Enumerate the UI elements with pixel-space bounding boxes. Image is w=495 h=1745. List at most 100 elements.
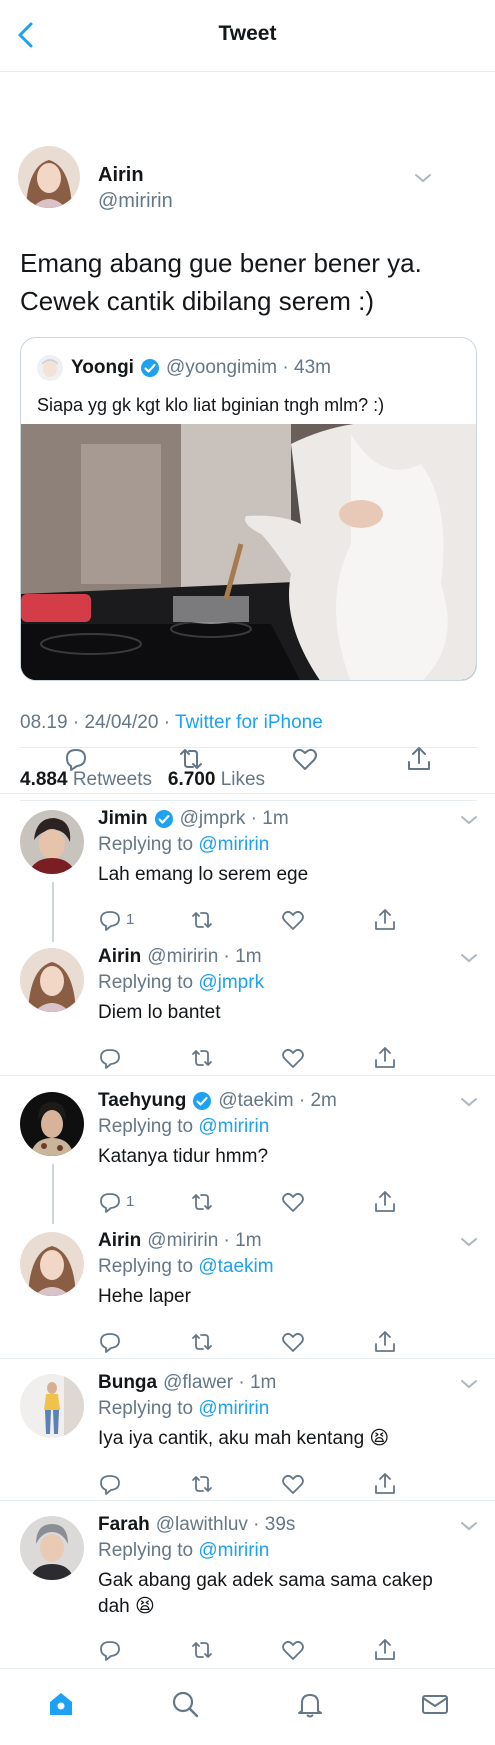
chevron-down-icon[interactable] bbox=[460, 1378, 478, 1390]
chevron-down-icon[interactable] bbox=[460, 952, 478, 964]
replying-to-link[interactable]: @miririn bbox=[198, 1398, 269, 1419]
reply-handle[interactable]: @miririn bbox=[147, 946, 218, 968]
avatar[interactable] bbox=[18, 146, 80, 208]
replying-to-link[interactable]: @jmprk bbox=[198, 972, 264, 993]
replying-to-link[interactable]: @taekim bbox=[198, 1256, 273, 1277]
search-icon[interactable] bbox=[170, 1689, 200, 1719]
reply-icon[interactable] bbox=[98, 1472, 122, 1496]
reply-author-name[interactable]: Jimin bbox=[98, 808, 148, 830]
replying-to: Replying to @miririn bbox=[98, 834, 269, 856]
share-icon[interactable] bbox=[405, 745, 433, 773]
replying-to-link[interactable]: @miririn bbox=[198, 1540, 269, 1561]
like-icon[interactable] bbox=[291, 745, 319, 773]
share-icon[interactable] bbox=[373, 1046, 397, 1070]
reply-author-name[interactable]: Taehyung bbox=[98, 1090, 186, 1112]
share-icon[interactable] bbox=[373, 1472, 397, 1496]
tweet-client-link[interactable]: Twitter for iPhone bbox=[175, 712, 323, 733]
reply-icon[interactable] bbox=[62, 745, 90, 773]
reply-author-name[interactable]: Airin bbox=[98, 1230, 141, 1252]
chevron-down-icon[interactable] bbox=[414, 172, 432, 184]
reply-item[interactable]: Airin @miririn · 1m Replying to @jmprk D… bbox=[0, 946, 495, 1069]
reply-handle[interactable]: @lawithluv bbox=[156, 1514, 248, 1536]
chevron-down-icon[interactable] bbox=[460, 814, 478, 826]
divider bbox=[20, 800, 477, 801]
separator-dot: · bbox=[277, 357, 295, 378]
author-name[interactable]: Airin bbox=[98, 164, 144, 187]
quoted-avatar bbox=[37, 355, 63, 381]
replying-to-label: Replying to bbox=[98, 972, 194, 993]
reply-handle[interactable]: @flawer bbox=[163, 1372, 233, 1394]
reply-handle[interactable]: @miririn bbox=[147, 1230, 218, 1252]
reply-icon[interactable] bbox=[98, 908, 122, 932]
retweet-icon[interactable] bbox=[190, 1046, 214, 1070]
tweet-actions bbox=[0, 745, 495, 785]
reply-header: Airin @miririn · 1m bbox=[98, 946, 262, 968]
messages-icon[interactable] bbox=[420, 1689, 450, 1719]
reply-icon[interactable] bbox=[98, 1330, 122, 1354]
reply-handle[interactable]: @taekim bbox=[218, 1090, 293, 1112]
share-icon[interactable] bbox=[373, 1330, 397, 1354]
notifications-icon[interactable] bbox=[295, 1689, 325, 1719]
separator-dot: · bbox=[245, 808, 263, 829]
reply-count: 1 bbox=[126, 911, 135, 928]
quoted-time: 43m bbox=[294, 357, 331, 378]
quoted-text: Siapa yg gk kgt klo liat bginian tngh ml… bbox=[37, 395, 385, 415]
like-icon[interactable] bbox=[281, 1638, 305, 1662]
avatar[interactable] bbox=[20, 1374, 84, 1438]
separator-dot: · bbox=[163, 712, 175, 733]
home-icon[interactable] bbox=[46, 1689, 76, 1719]
like-icon[interactable] bbox=[281, 1330, 305, 1354]
reply-item[interactable]: Bunga @flawer · 1m Replying to @miririn … bbox=[0, 1372, 495, 1495]
chevron-down-icon[interactable] bbox=[460, 1236, 478, 1248]
replying-to-link[interactable]: @miririn bbox=[198, 834, 269, 855]
retweet-icon[interactable] bbox=[190, 1638, 214, 1662]
chevron-down-icon[interactable] bbox=[460, 1096, 478, 1108]
like-icon[interactable] bbox=[281, 1472, 305, 1496]
reply-icon[interactable] bbox=[98, 1638, 122, 1662]
divider bbox=[0, 1358, 495, 1359]
separator-dot: · bbox=[72, 712, 85, 733]
avatar[interactable] bbox=[20, 1232, 84, 1296]
reply-icon[interactable] bbox=[98, 1190, 122, 1214]
reply-icon[interactable] bbox=[98, 1046, 122, 1070]
share-icon[interactable] bbox=[373, 1638, 397, 1662]
retweet-icon[interactable] bbox=[190, 1190, 214, 1214]
reply-header: Airin @miririn · 1m bbox=[98, 1230, 262, 1252]
reply-item[interactable]: Airin @miririn · 1m Replying to @taekim … bbox=[0, 1230, 495, 1353]
reply-item[interactable]: Taehyung @taekim · 2m Replying to @mirir… bbox=[0, 1090, 495, 1213]
author-handle[interactable]: @miririn bbox=[98, 190, 173, 213]
retweet-icon[interactable] bbox=[177, 745, 205, 773]
like-icon[interactable] bbox=[281, 908, 305, 932]
reply-author-name[interactable]: Farah bbox=[98, 1514, 150, 1536]
reply-actions bbox=[98, 1638, 398, 1664]
retweet-icon[interactable] bbox=[190, 1472, 214, 1496]
replying-to-link[interactable]: @miririn bbox=[198, 1116, 269, 1137]
tweet-meta: 08.19 · 24/04/20 · Twitter for iPhone bbox=[20, 712, 323, 734]
replying-to: Replying to @taekim bbox=[98, 1256, 274, 1278]
like-icon[interactable] bbox=[281, 1046, 305, 1070]
retweet-icon[interactable] bbox=[190, 908, 214, 932]
quoted-photo[interactable] bbox=[21, 424, 477, 681]
reply-item[interactable]: Farah @lawithluv · 39s Replying to @miri… bbox=[0, 1514, 495, 1664]
reply-count: 1 bbox=[126, 1193, 135, 1210]
avatar[interactable] bbox=[20, 1092, 84, 1156]
quoted-name: Yoongi bbox=[71, 357, 134, 378]
avatar[interactable] bbox=[20, 810, 84, 874]
reply-item[interactable]: Jimin @jmprk · 1m Replying to @miririn L… bbox=[0, 808, 495, 931]
share-icon[interactable] bbox=[373, 1190, 397, 1214]
replying-to: Replying to @miririn bbox=[98, 1398, 269, 1420]
retweet-icon[interactable] bbox=[190, 1330, 214, 1354]
quoted-header: Yoongi @yoongimim · 43m bbox=[37, 355, 331, 381]
like-icon[interactable] bbox=[281, 1190, 305, 1214]
share-icon[interactable] bbox=[373, 908, 397, 932]
reply-handle[interactable]: @jmprk bbox=[180, 808, 246, 830]
avatar[interactable] bbox=[20, 948, 84, 1012]
reply-author-name[interactable]: Bunga bbox=[98, 1372, 157, 1394]
reply-author-name[interactable]: Airin bbox=[98, 946, 141, 968]
chevron-down-icon[interactable] bbox=[460, 1520, 478, 1532]
reply-actions: 1 bbox=[98, 1190, 398, 1216]
quoted-tweet[interactable]: Yoongi @yoongimim · 43m Siapa yg gk kgt … bbox=[20, 337, 477, 681]
avatar[interactable] bbox=[20, 1516, 84, 1580]
chevron-left-icon[interactable] bbox=[14, 20, 38, 50]
reply-actions: 1 bbox=[98, 908, 398, 934]
